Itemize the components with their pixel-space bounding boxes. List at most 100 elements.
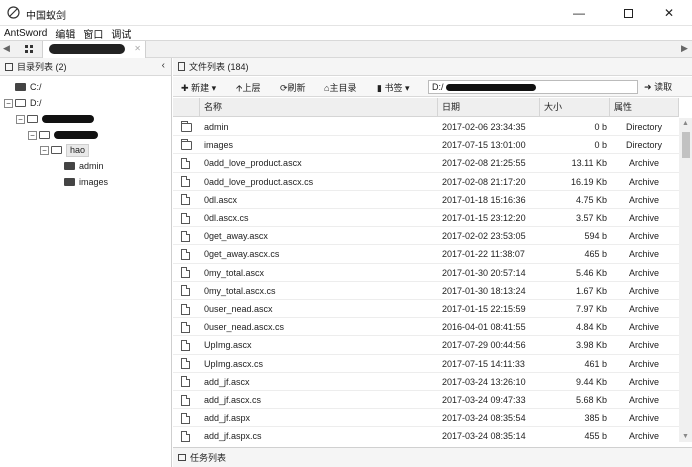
tree-node-redacted-2[interactable]: − [28, 128, 98, 142]
file-name: 0add_love_product.ascx [204, 158, 302, 169]
file-type-cell [181, 173, 193, 191]
file-icon [181, 430, 190, 442]
tab-close-icon[interactable]: ✕ [134, 44, 141, 53]
file-attr: Archive [628, 304, 659, 314]
file-table-scrollbar[interactable]: ▲ ▼ [679, 118, 692, 442]
file-type-cell [181, 227, 193, 245]
table-row[interactable]: 0get_away.ascx.cs 2017-01-22 11:38:07 465 … [173, 245, 679, 264]
maximize-button[interactable] [605, 0, 651, 26]
file-size: 9.44 Kb [575, 376, 607, 387]
maximize-icon [623, 8, 633, 18]
file-type-cell [181, 209, 193, 227]
file-type-cell [181, 245, 193, 263]
tree-node-admin[interactable]: admin [64, 159, 104, 173]
file-icon [181, 412, 190, 424]
table-row[interactable]: images 2017-07-15 13:01:00 0 b Directory [173, 136, 679, 155]
close-button[interactable]: ✕ [646, 0, 692, 26]
file-size: 13.11 Kb [571, 158, 607, 169]
table-row[interactable]: 0dl.ascx 2017-01-18 15:16:36 4.75 Kb Archiv… [173, 191, 679, 209]
column-attr[interactable]: 属性 [610, 98, 679, 117]
tab-scroll-left-icon[interactable]: ◀ [3, 43, 10, 54]
table-row[interactable]: 0add_love_product.ascx 2017-02-08 21:25:5… [173, 154, 679, 173]
file-name: add_jf.aspx.cs [204, 431, 262, 442]
tab-home[interactable] [18, 42, 40, 56]
home-dir-button[interactable]: ⌂主目录 [324, 81, 356, 94]
directory-panel-header: 目录列表 (2) ‹ [0, 58, 171, 76]
file-type-cell [181, 118, 193, 136]
file-type-cell [181, 373, 193, 391]
file-name: add_jf.aspx [204, 413, 251, 424]
new-button[interactable]: ✚ 新建 ▾ [181, 81, 216, 94]
menu-window[interactable]: 窗口 [83, 26, 103, 41]
redacted-folder-name [42, 115, 94, 123]
table-row[interactable]: UpImg.ascx.cs 2017-07-15 14:11:33 461 b Arc… [173, 355, 679, 373]
column-date[interactable]: 日期 [438, 98, 540, 117]
window-title: 中国蚁剑 [26, 11, 66, 22]
tree-node-c[interactable]: C:/ [15, 80, 42, 94]
bookmark-button[interactable]: ▮ 书签 ▾ [377, 81, 410, 94]
column-icon [173, 98, 200, 117]
table-row[interactable]: 0get_away.ascx 2017-02-02 23:53:05 594 b Ar… [173, 227, 679, 246]
collapse-toggle-icon[interactable]: − [40, 145, 49, 155]
scroll-up-icon[interactable]: ▲ [682, 120, 689, 127]
redacted-path [446, 84, 537, 92]
tree-node-redacted-1[interactable]: − [16, 112, 94, 126]
file-name: 0add_love_product.ascx.cs [204, 176, 314, 187]
file-type-cell [181, 409, 193, 427]
menu-debug[interactable]: 调试 [111, 26, 131, 41]
task-list-bar[interactable]: 任务列表 [173, 447, 692, 467]
table-row[interactable]: 0my_total.ascx.cs 2017-01-30 18:13:24 1.67… [173, 282, 679, 300]
column-size[interactable]: 大小 [540, 98, 610, 117]
file-date: 2017-02-06 23:34:35 [442, 122, 526, 132]
menu-antsword[interactable]: AntSword [4, 28, 47, 39]
table-row[interactable]: add_jf.aspx.cs 2017-03-24 08:35:14 455 b Ar… [173, 427, 679, 442]
collapse-toggle-icon[interactable]: − [4, 98, 13, 108]
scrollbar-thumb[interactable] [682, 132, 690, 158]
file-attr: Archive [628, 395, 659, 405]
table-row[interactable]: admin 2017-02-06 23:34:35 0 b Directory [173, 118, 679, 137]
file-type-cell [181, 300, 193, 318]
tab-shell-session[interactable]: ✕ [42, 41, 146, 58]
antsword-logo-icon [7, 6, 20, 19]
file-icon [181, 157, 190, 169]
file-attr: Archive [628, 340, 659, 351]
file-attr: Archive [628, 176, 659, 187]
tree-node-hao[interactable]: − hao [40, 143, 90, 157]
collapse-panel-icon[interactable]: ‹ [162, 60, 165, 71]
tree-node-d[interactable]: − D:/ [4, 96, 42, 110]
file-type-cell [181, 136, 193, 154]
tree-node-label: images [79, 177, 109, 187]
table-row[interactable]: UpImg.ascx 2017-07-29 00:44:56 3.98 Kb Arch… [173, 336, 679, 355]
collapse-toggle-icon[interactable]: − [28, 130, 37, 140]
collapse-toggle-icon[interactable]: − [16, 114, 25, 124]
path-input[interactable]: D:/ [428, 80, 638, 94]
read-button[interactable]: ➜ 读取 [644, 80, 672, 93]
file-date: 2017-01-30 18:13:24 [442, 285, 526, 296]
file-attr: Archive [628, 431, 659, 442]
file-date: 2017-03-24 08:35:14 [442, 431, 526, 442]
up-button[interactable]: 🡩上层 [236, 81, 260, 97]
table-row[interactable]: 0add_love_product.ascx.cs 2017-02-08 21:1… [173, 173, 679, 191]
table-row[interactable]: 0dl.ascx.cs 2017-01-15 23:12:20 3.57 Kb Arc… [173, 209, 679, 228]
table-row[interactable]: add_jf.aspx 2017-03-24 08:35:54 385 b Archi… [173, 409, 679, 428]
file-panel-title: 文件列表 (184) [189, 62, 249, 72]
menu-edit[interactable]: 编辑 [55, 26, 75, 41]
refresh-button[interactable]: ⟳刷新 [280, 81, 306, 94]
file-size: 4.84 Kb [575, 322, 607, 333]
table-row[interactable]: 0user_nead.ascx 2017-01-15 22:15:59 7.97 K… [173, 300, 679, 319]
file-attr: Directory [625, 140, 662, 151]
file-size: 1.67 Kb [575, 285, 607, 296]
file-date: 2016-04-01 08:41:55 [442, 322, 526, 333]
minimize-button[interactable]: — [556, 0, 602, 26]
table-row[interactable]: 0my_total.ascx 2017-01-30 20:57:14 5.46 Kb… [173, 264, 679, 282]
tree-node-images[interactable]: images [64, 175, 108, 189]
column-name[interactable]: 名称 [200, 98, 438, 117]
scroll-down-icon[interactable]: ▼ [682, 433, 689, 440]
table-row[interactable]: 0user_nead.ascx.cs 2016-04-01 08:41:55 4.8… [173, 318, 679, 337]
file-attr: Archive [628, 213, 659, 223]
table-row[interactable]: add_jf.ascx 2017-03-24 13:26:10 9.44 Kb Arc… [173, 373, 679, 391]
file-date: 2017-01-15 22:15:59 [442, 304, 526, 314]
folder-icon [64, 162, 75, 170]
tab-scroll-right-icon[interactable]: ▶ [681, 43, 688, 54]
table-row[interactable]: add_jf.ascx.cs 2017-03-24 09:47:33 5.68 Kb… [173, 391, 679, 410]
